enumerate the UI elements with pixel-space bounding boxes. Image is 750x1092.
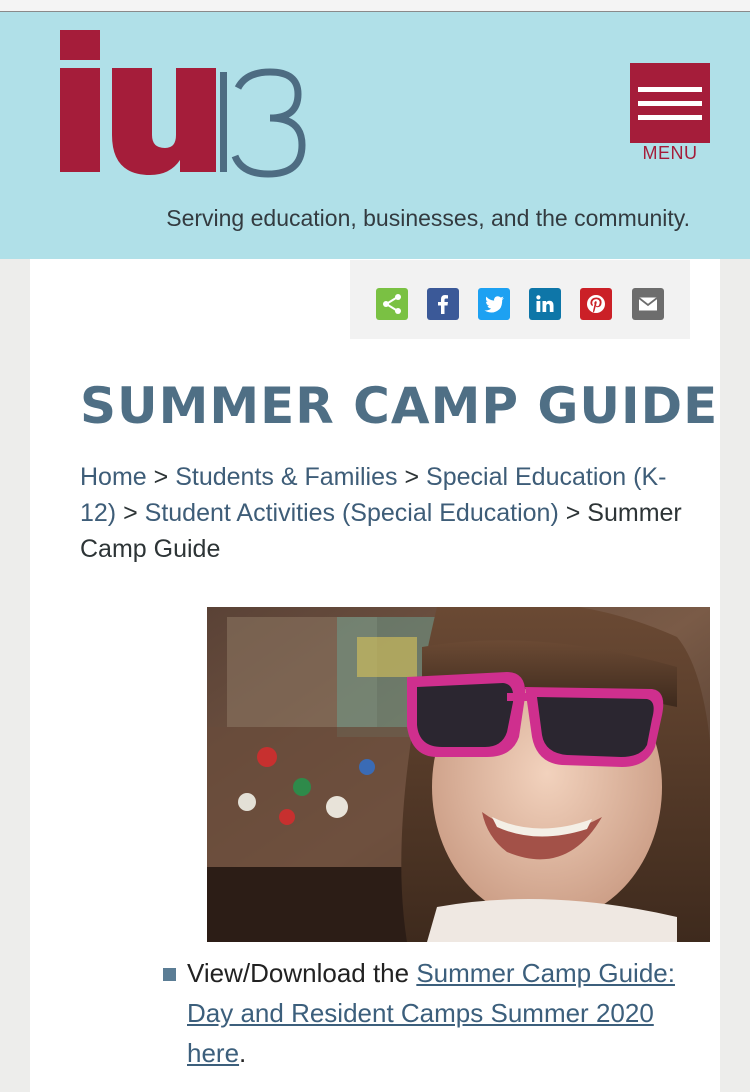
site-tagline: Serving education, businesses, and the c…: [166, 205, 690, 231]
breadcrumb-separator: >: [123, 499, 138, 527]
facebook-icon[interactable]: [427, 288, 459, 320]
hamburger-icon-bar: [638, 100, 702, 106]
hero-photo: [207, 607, 710, 942]
hamburger-icon-bar: [638, 114, 702, 120]
pinterest-icon[interactable]: [580, 288, 612, 320]
email-icon[interactable]: [632, 288, 664, 320]
breadcrumb-home[interactable]: Home: [80, 463, 147, 491]
linkedin-icon[interactable]: [529, 288, 561, 320]
iu13-logo[interactable]: [58, 30, 338, 180]
list-item: View/Download the Summer Camp Guide: Day…: [187, 953, 687, 1073]
list-item-prefix: View/Download the: [187, 958, 417, 988]
hamburger-icon: [638, 86, 702, 92]
breadcrumb-separator: >: [404, 463, 420, 491]
breadcrumb-separator: >: [565, 499, 581, 527]
breadcrumb-student-activities[interactable]: Student Activities (Special Education): [145, 499, 559, 527]
list-item-suffix: .: [239, 1038, 247, 1068]
breadcrumb-separator: >: [153, 463, 169, 491]
site-header: MENU Serving education, businesses, and …: [0, 12, 750, 259]
share-icon[interactable]: [376, 288, 408, 320]
twitter-icon[interactable]: [478, 288, 510, 320]
menu-button[interactable]: [630, 63, 710, 143]
breadcrumb-students-families[interactable]: Students & Families: [175, 463, 397, 491]
browser-top-edge: [0, 0, 750, 12]
list-bullet: [163, 968, 176, 981]
breadcrumb: Home > Students & Families > Special Edu…: [80, 459, 690, 567]
menu-label[interactable]: MENU: [630, 143, 710, 164]
child-sunglasses-image: [207, 607, 710, 942]
page-title: SUMMER CAMP GUIDE: [80, 377, 719, 435]
